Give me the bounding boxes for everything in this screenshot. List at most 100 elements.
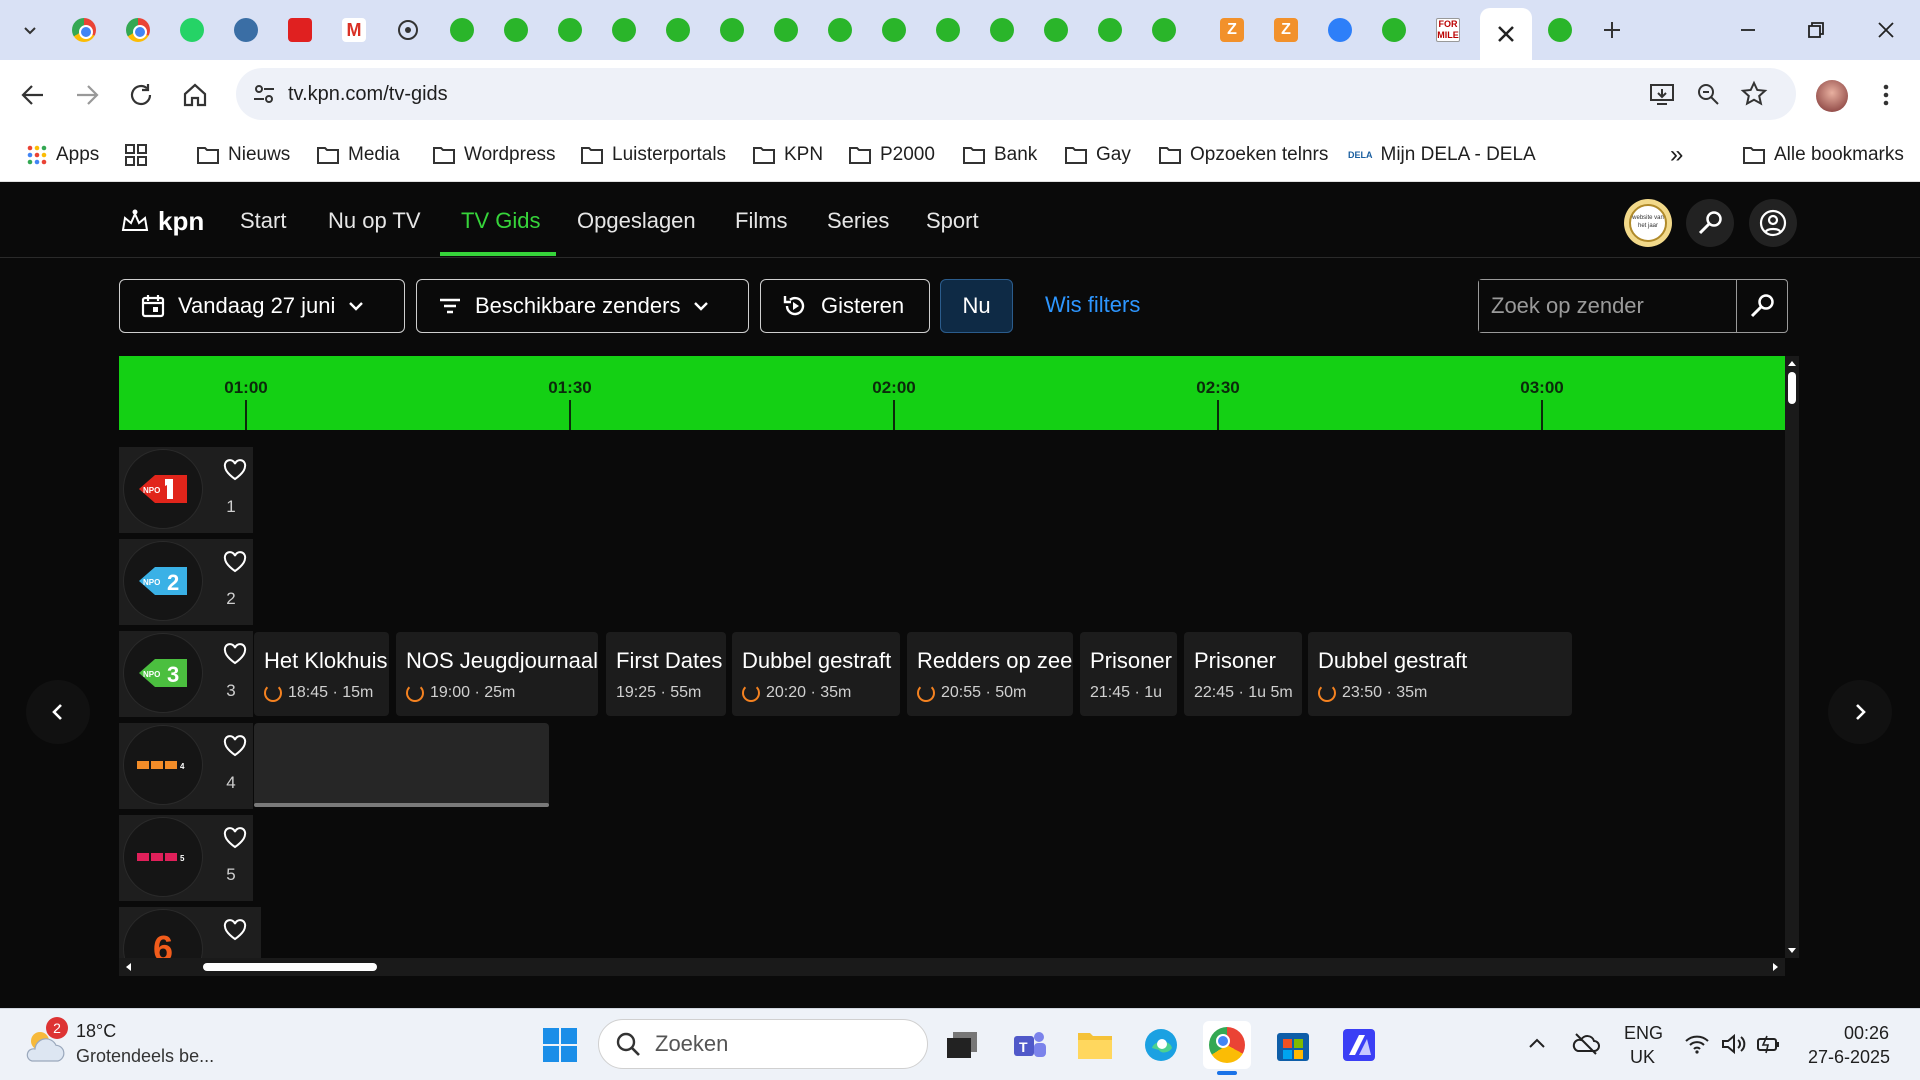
bookmark-folder-kpn[interactable]: KPN (752, 138, 823, 172)
tab-kpn[interactable] (824, 14, 856, 46)
channel-filter-button[interactable]: Beschikbare zenders (416, 279, 749, 333)
tray-overflow-button[interactable] (1526, 1033, 1548, 1055)
tab-kpn[interactable] (1544, 14, 1576, 46)
scroll-up-arrow-icon[interactable] (1785, 356, 1799, 370)
bookmarks-overflow-button[interactable]: » (1670, 138, 1683, 172)
onedrive-tray-icon[interactable] (1572, 1031, 1600, 1057)
tab-kpn[interactable] (608, 14, 640, 46)
address-bar[interactable]: tv.kpn.com/tv-gids (236, 68, 1796, 120)
home-button[interactable] (180, 80, 210, 110)
taskbar-file-explorer[interactable] (1071, 1021, 1119, 1069)
new-tab-button[interactable] (1596, 14, 1628, 46)
bookmark-folder-p2000[interactable]: P2000 (848, 138, 935, 172)
program-card[interactable]: NOS Jeugdjournaal 19:00 · 25m (396, 632, 598, 716)
bookmark-apps[interactable]: Apps (26, 138, 99, 172)
language-indicator[interactable]: ENG (1624, 1023, 1663, 1044)
favorite-button[interactable] (223, 827, 247, 849)
menu-button[interactable] (1874, 80, 1898, 110)
minimize-button[interactable] (1732, 14, 1764, 46)
channel-logo-rtl5[interactable]: 5 (123, 817, 203, 897)
bookmark-tab-grid[interactable] (124, 138, 148, 172)
program-card[interactable]: Het Klokhuis 18:45 · 15m (254, 632, 389, 716)
all-bookmarks-button[interactable]: Alle bookmarks (1742, 138, 1904, 172)
site-info-icon[interactable] (250, 80, 278, 108)
forward-button[interactable] (72, 80, 102, 110)
program-card[interactable]: Redders op zee 20:55 · 50m (907, 632, 1073, 716)
install-app-icon[interactable] (1648, 80, 1676, 108)
tab-search-dropdown-icon[interactable] (14, 14, 46, 46)
nav-sport[interactable]: Sport (926, 208, 979, 234)
tab-kpn[interactable] (554, 14, 586, 46)
nav-series[interactable]: Series (827, 208, 889, 234)
tab-kpn[interactable] (770, 14, 802, 46)
url-text[interactable]: tv.kpn.com/tv-gids (288, 83, 448, 106)
nav-tv-gids[interactable]: TV Gids (461, 208, 540, 234)
guide-next-button[interactable] (1828, 680, 1892, 744)
horizontal-scroll-thumb[interactable] (203, 963, 377, 971)
tab-chrome[interactable] (122, 14, 154, 46)
tab-chatgpt[interactable] (392, 14, 424, 46)
clear-filters-link[interactable]: Wis filters (1045, 292, 1140, 318)
tab-kpn[interactable] (446, 14, 478, 46)
bookmark-folder-wordpress[interactable]: Wordpress (432, 138, 556, 172)
tab-whatsapp[interactable] (176, 14, 208, 46)
header-search-button[interactable] (1686, 199, 1734, 247)
tab-gmail[interactable]: M (338, 14, 370, 46)
favorite-button[interactable] (223, 643, 247, 665)
weather-widget[interactable]: 2 (22, 1017, 68, 1067)
active-tab[interactable] (1480, 8, 1532, 60)
bookmark-dela[interactable]: DELA Mijn DELA - DELA (1348, 138, 1536, 172)
taskbar-task-view[interactable] (938, 1021, 986, 1069)
bookmark-star-icon[interactable] (1740, 80, 1768, 108)
scroll-right-arrow-icon[interactable] (1769, 960, 1783, 974)
taskbar-search[interactable]: Zoeken (598, 1019, 928, 1069)
clock-date[interactable]: 27-6-2025 (1808, 1047, 1890, 1068)
favorite-button[interactable] (223, 551, 247, 573)
date-filter-button[interactable]: Vandaag 27 juni (119, 279, 405, 333)
taskbar-edge[interactable] (1137, 1021, 1185, 1069)
tab-kpn[interactable] (1378, 14, 1410, 46)
taskbar-teams[interactable]: T (1005, 1021, 1053, 1069)
start-button[interactable] (536, 1021, 584, 1069)
channel-search-button[interactable] (1737, 280, 1787, 332)
favorite-button[interactable] (223, 735, 247, 757)
channel-logo-sbs6[interactable]: 6 (123, 909, 203, 958)
tab-wordpress[interactable] (230, 14, 262, 46)
scroll-down-arrow-icon[interactable] (1785, 944, 1799, 958)
bookmark-folder-bank[interactable]: Bank (962, 138, 1037, 172)
tab-kpn[interactable] (662, 14, 694, 46)
nav-nu-op-tv[interactable]: Nu op TV (328, 208, 421, 234)
program-card[interactable]: Dubbel gestraft 23:50 · 35m (1308, 632, 1572, 716)
tab-kpn[interactable] (932, 14, 964, 46)
nav-films[interactable]: Films (735, 208, 788, 234)
zoom-icon[interactable] (1694, 80, 1722, 108)
restore-button[interactable] (1800, 14, 1832, 46)
kpn-logo[interactable]: kpn (118, 204, 204, 238)
reload-button[interactable] (126, 80, 156, 110)
tab-kpn[interactable] (1094, 14, 1126, 46)
taskbar-app-blue[interactable] (1335, 1021, 1383, 1069)
taskbar-store[interactable] (1269, 1021, 1317, 1069)
now-button[interactable]: Nu (940, 279, 1013, 333)
yesterday-button[interactable]: Gisteren (760, 279, 930, 333)
tab-z[interactable]: Z (1216, 14, 1248, 46)
tab-kpn[interactable] (1040, 14, 1072, 46)
keyboard-layout[interactable]: UK (1630, 1047, 1655, 1068)
favorite-button[interactable] (223, 919, 247, 941)
channel-logo-npo3[interactable]: 3 NPO (123, 633, 203, 713)
tab-kpn[interactable] (878, 14, 910, 46)
tab-kpn[interactable] (1148, 14, 1180, 46)
tab-for-mile[interactable]: FOR MILE (1432, 14, 1464, 46)
bookmark-folder-media[interactable]: Media (316, 138, 400, 172)
tab-kpn[interactable] (716, 14, 748, 46)
close-window-button[interactable] (1870, 14, 1902, 46)
bookmark-folder-gay[interactable]: Gay (1064, 138, 1131, 172)
horizontal-scrollbar[interactable] (119, 958, 1785, 976)
back-button[interactable] (18, 80, 48, 110)
account-button[interactable] (1749, 199, 1797, 247)
volume-tray-icon[interactable] (1720, 1033, 1746, 1055)
tab-kpn[interactable] (986, 14, 1018, 46)
clock-time[interactable]: 00:26 (1844, 1023, 1889, 1044)
favorite-button[interactable] (223, 459, 247, 481)
close-tab-icon[interactable] (1480, 8, 1532, 60)
